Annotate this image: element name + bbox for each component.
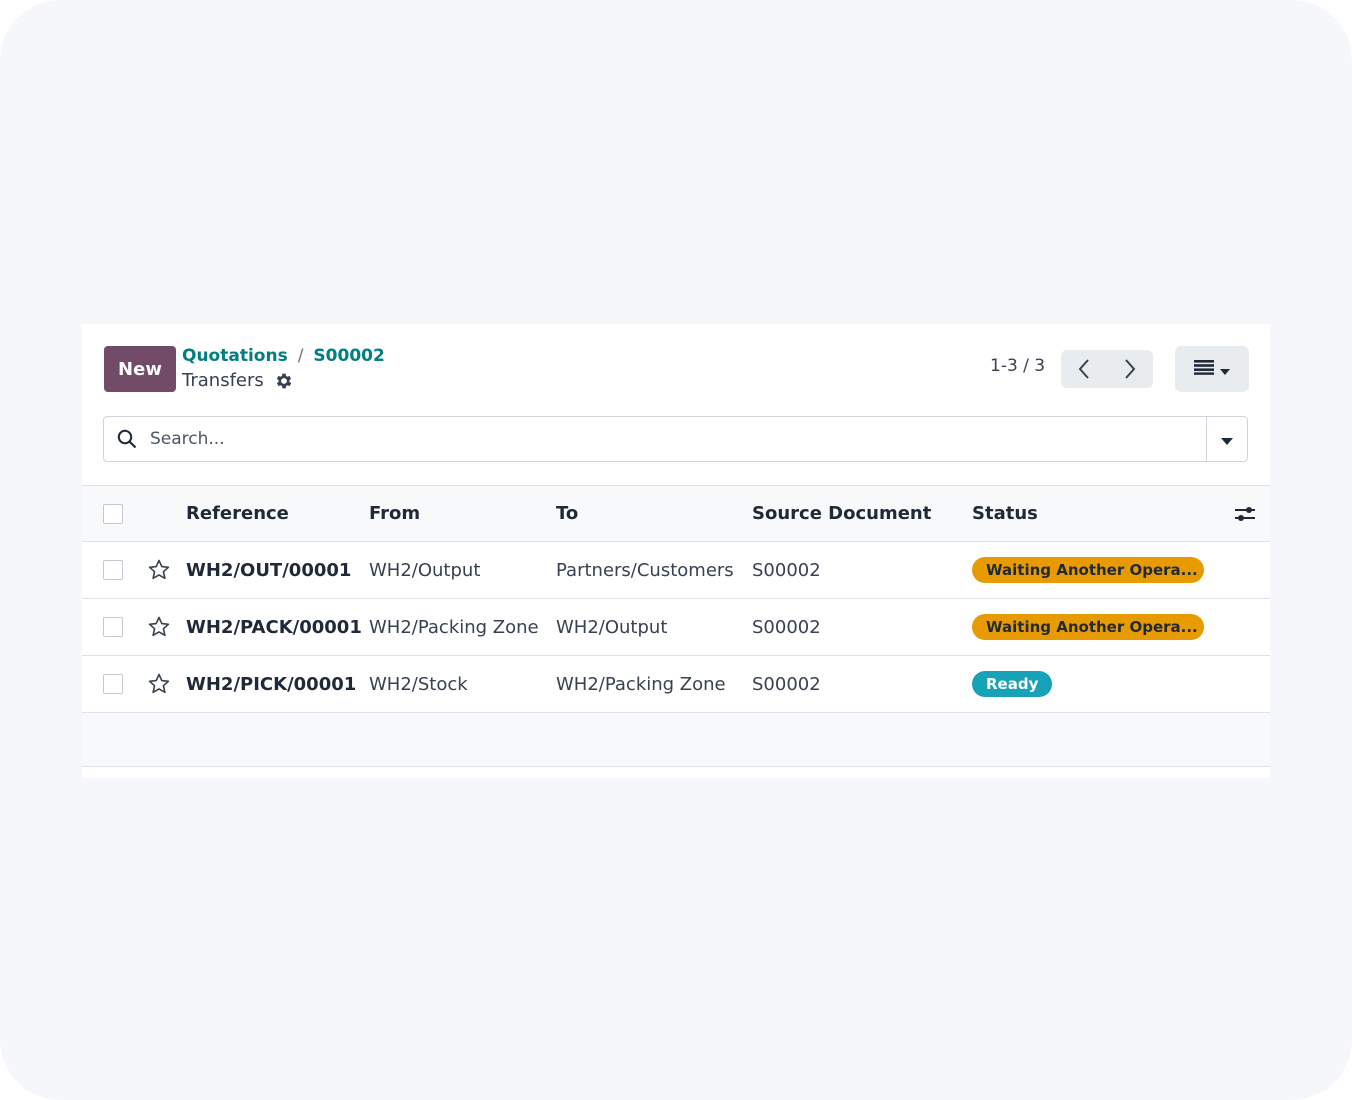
- cell-reference: WH2/PICK/00001: [186, 673, 357, 695]
- breadcrumb-s00002[interactable]: S00002: [313, 346, 384, 366]
- page-title: Transfers: [182, 370, 264, 391]
- table-header: Reference From To Source Document Status: [82, 485, 1270, 542]
- gear-icon[interactable]: [274, 371, 294, 391]
- cell-to: WH2/Output: [556, 616, 668, 638]
- column-header-reference[interactable]: Reference: [186, 486, 289, 541]
- column-header-status[interactable]: Status: [972, 486, 1038, 541]
- row-checkbox[interactable]: [103, 560, 123, 580]
- list-view-icon: [1194, 359, 1214, 379]
- chevron-right-icon[interactable]: [1107, 350, 1153, 388]
- breadcrumb-quotations[interactable]: Quotations: [182, 346, 288, 366]
- select-all-cell: [103, 486, 127, 541]
- status-badge: Waiting Another Opera...: [972, 614, 1204, 640]
- table-row[interactable]: WH2/PACK/00001 WH2/Packing Zone WH2/Outp…: [82, 599, 1270, 656]
- star-icon[interactable]: [146, 599, 172, 655]
- table-row[interactable]: WH2/PICK/00001 WH2/Stock WH2/Packing Zon…: [82, 656, 1270, 713]
- row-select-cell: [103, 599, 127, 655]
- cell-status: Ready: [972, 656, 1053, 712]
- row-select-cell: [103, 656, 127, 712]
- star-icon[interactable]: [146, 542, 172, 598]
- chevron-left-icon[interactable]: [1061, 350, 1107, 388]
- status-badge: Ready: [972, 671, 1053, 697]
- cell-from: WH2/Packing Zone: [369, 616, 539, 638]
- cell-reference: WH2/PACK/00001: [186, 616, 362, 638]
- column-header-to[interactable]: To: [556, 486, 578, 541]
- status-badge: Waiting Another Opera...: [972, 557, 1204, 583]
- page-title-area: Transfers: [182, 370, 294, 391]
- search-input[interactable]: [150, 419, 1206, 459]
- view-switcher-button[interactable]: [1175, 346, 1249, 392]
- search-icon: [104, 417, 150, 461]
- pager-value[interactable]: 1-3 / 3: [990, 356, 1045, 376]
- select-all-checkbox[interactable]: [103, 503, 123, 524]
- transfers-list-panel: New Quotations / S00002 Transfers 1-3 / …: [82, 324, 1270, 778]
- table-row[interactable]: WH2/OUT/00001 WH2/Output Partners/Custom…: [82, 542, 1270, 599]
- caret-down-icon: [1221, 430, 1233, 449]
- search-options-toggle[interactable]: [1206, 417, 1247, 461]
- search-bar: [103, 416, 1248, 462]
- pager-buttons: [1061, 350, 1153, 388]
- row-select-cell: [103, 542, 127, 598]
- column-header-source-document[interactable]: Source Document: [752, 486, 931, 541]
- new-button[interactable]: New: [104, 346, 176, 392]
- cell-source-document: S00002: [752, 616, 821, 638]
- cell-to: WH2/Packing Zone: [556, 673, 726, 695]
- cell-to: Partners/Customers: [556, 559, 734, 581]
- cell-status: Waiting Another Opera...: [972, 599, 1204, 655]
- star-icon[interactable]: [146, 656, 172, 712]
- cell-reference: WH2/OUT/00001: [186, 559, 352, 581]
- cell-from: WH2/Stock: [369, 673, 468, 695]
- caret-down-icon: [1220, 360, 1230, 379]
- cell-source-document: S00002: [752, 673, 821, 695]
- column-header-from[interactable]: From: [369, 486, 420, 541]
- transfers-table: Reference From To Source Document Status…: [82, 485, 1270, 767]
- cell-source-document: S00002: [752, 559, 821, 581]
- table-footer: [82, 713, 1270, 767]
- cell-status: Waiting Another Opera...: [972, 542, 1204, 598]
- breadcrumb-separator: /: [297, 346, 304, 366]
- row-checkbox[interactable]: [103, 617, 123, 637]
- sliders-icon[interactable]: [1234, 486, 1256, 541]
- breadcrumb: Quotations / S00002: [182, 346, 385, 366]
- app-frame: New Quotations / S00002 Transfers 1-3 / …: [0, 0, 1352, 1100]
- cell-from: WH2/Output: [369, 559, 481, 581]
- row-checkbox[interactable]: [103, 674, 123, 694]
